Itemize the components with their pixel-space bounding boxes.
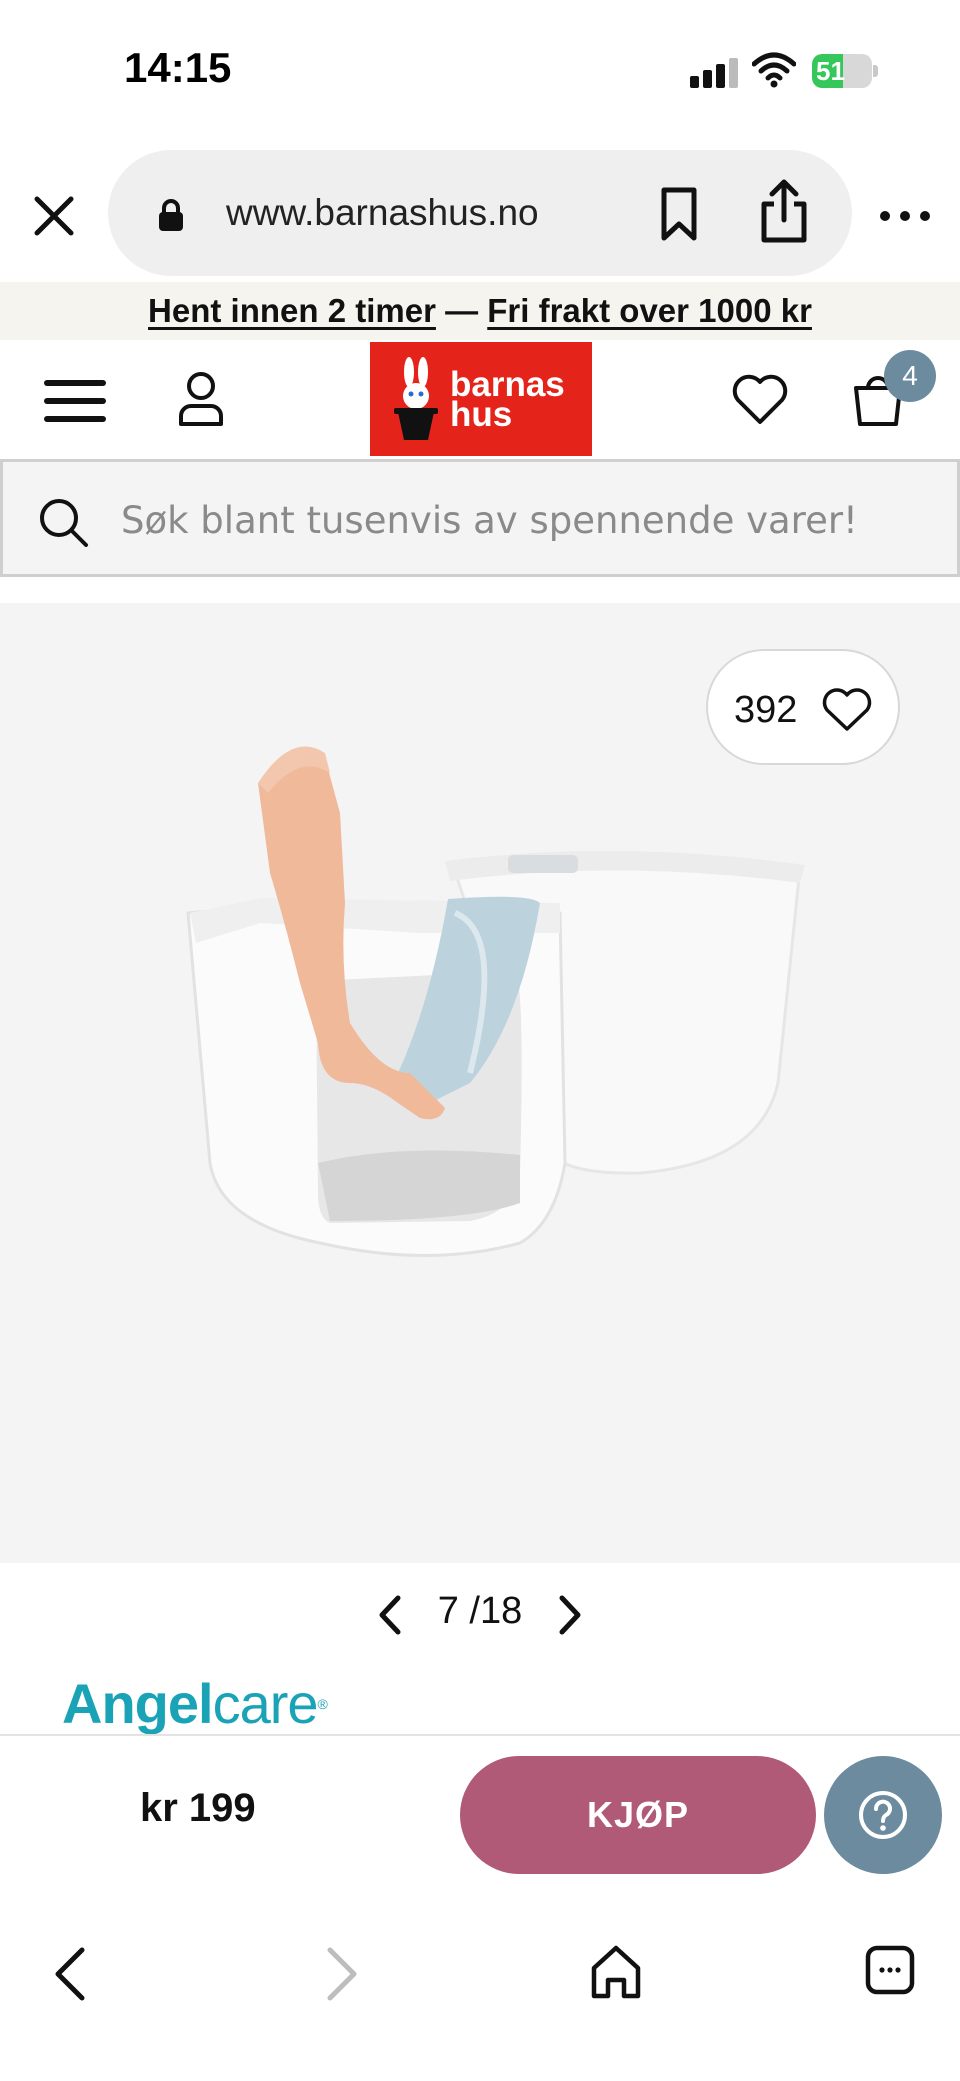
promo-separator: — bbox=[445, 292, 479, 329]
help-button[interactable] bbox=[824, 1756, 942, 1874]
browser-toolbar: www.barnashus.no bbox=[0, 140, 960, 280]
cart-count-badge: 4 bbox=[884, 350, 936, 402]
image-counter: 7 /18 bbox=[418, 1590, 542, 1633]
signal-icon bbox=[690, 58, 740, 88]
favorite-button[interactable]: 392 bbox=[706, 649, 900, 765]
search-icon bbox=[40, 499, 88, 547]
brand-part-2: care bbox=[212, 1674, 319, 1734]
promo-pickup-link[interactable]: Hent innen 2 timer bbox=[148, 292, 436, 329]
lock-icon bbox=[159, 199, 183, 231]
battery-indicator: 51 bbox=[812, 54, 878, 88]
status-time: 14:15 bbox=[124, 44, 232, 91]
heart-icon bbox=[822, 688, 872, 731]
url-text: www.barnashus.no bbox=[226, 192, 539, 233]
image-current: 7 bbox=[437, 1590, 459, 1632]
home-icon[interactable] bbox=[588, 1942, 644, 2002]
tabs-icon[interactable] bbox=[864, 1944, 916, 1996]
search-input[interactable] bbox=[121, 482, 941, 558]
heart-icon[interactable] bbox=[730, 370, 790, 426]
site-header: barnas hus 4 bbox=[0, 340, 960, 458]
brand-part-1: Angel bbox=[62, 1674, 214, 1734]
logo-word-hus: hus bbox=[450, 395, 513, 434]
promo-shipping-link[interactable]: Fri frakt over 1000 kr bbox=[487, 292, 812, 329]
promo-banner: Hent innen 2 timer — Fri frakt over 1000… bbox=[0, 282, 960, 340]
close-button[interactable] bbox=[24, 186, 84, 246]
product-gallery: 392 bbox=[0, 577, 960, 1563]
search-bar bbox=[0, 459, 960, 577]
more-icon bbox=[880, 211, 890, 221]
battery-level: 51 bbox=[816, 56, 845, 86]
favorite-count: 392 bbox=[734, 689, 798, 731]
brand-registered-mark: ® bbox=[317, 1696, 328, 1712]
product-image[interactable]: 392 bbox=[0, 603, 960, 1563]
buy-button[interactable]: KJØP bbox=[460, 1756, 816, 1874]
menu-button[interactable] bbox=[44, 378, 108, 424]
bunny-hat-icon bbox=[394, 357, 438, 440]
image-total: 18 bbox=[479, 1590, 523, 1632]
back-button[interactable] bbox=[48, 1944, 92, 2004]
close-icon bbox=[34, 196, 74, 236]
bookmark-icon[interactable] bbox=[654, 186, 704, 242]
buy-bar: kr 199 KJØP bbox=[0, 1734, 960, 1884]
user-icon[interactable] bbox=[176, 368, 226, 428]
brand-logo[interactable]: Angelcare® bbox=[62, 1674, 382, 1734]
image-pager: 7 /18 bbox=[0, 1574, 960, 1656]
chevron-left-icon[interactable] bbox=[370, 1592, 410, 1638]
wifi-icon bbox=[751, 52, 797, 88]
address-bar[interactable]: www.barnashus.no bbox=[108, 150, 852, 276]
site-logo[interactable]: barnas hus bbox=[370, 342, 592, 456]
question-icon bbox=[859, 1791, 907, 1839]
browser-bottom-nav bbox=[0, 1884, 960, 2081]
product-price: kr 199 bbox=[140, 1786, 256, 1830]
chevron-right-icon[interactable] bbox=[550, 1592, 590, 1638]
more-button[interactable] bbox=[880, 206, 930, 226]
status-bar: 14:15 51 bbox=[0, 0, 960, 140]
share-icon[interactable] bbox=[754, 176, 814, 246]
forward-button[interactable] bbox=[320, 1944, 364, 2004]
image-separator: / bbox=[469, 1590, 480, 1632]
